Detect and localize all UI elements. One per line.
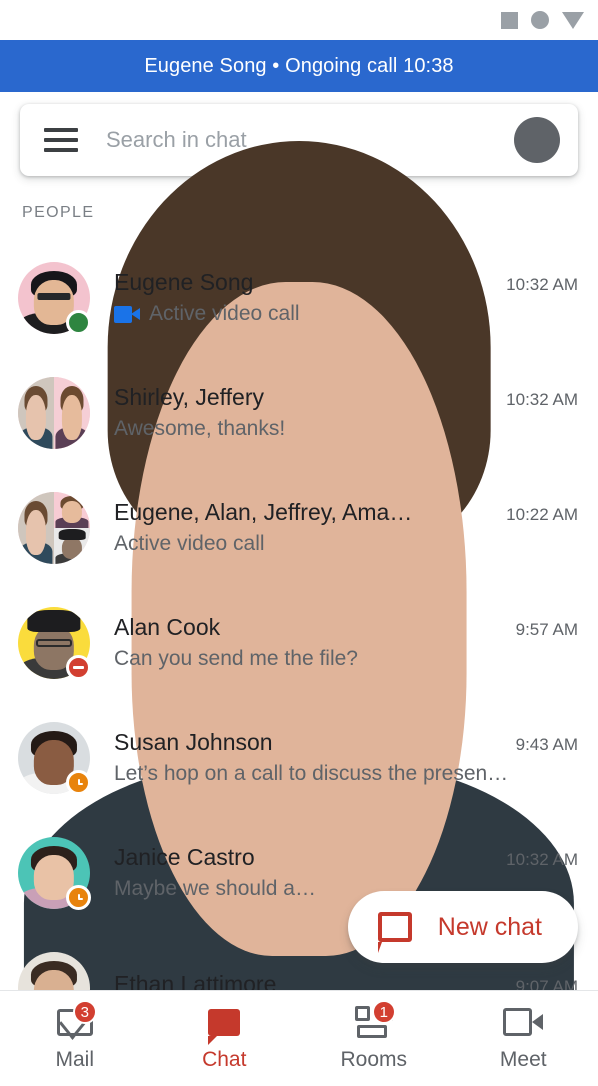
nav-item-mail[interactable]: 3 Mail — [0, 1000, 150, 1072]
conversation-time: 9:57 AM — [515, 620, 578, 639]
app-window: Eugene Song • Ongoing call 10:38 PEOPLE — [0, 0, 598, 1086]
conversation-time: 10:32 AM — [506, 850, 578, 869]
meet-icon — [499, 1005, 547, 1039]
conversation-snippet: Maybe we should a… — [114, 877, 316, 900]
profile-avatar[interactable] — [23, 117, 575, 1086]
nav-label-chat: Chat — [202, 1048, 247, 1071]
conversation-list[interactable]: Eugene Song 10:32 AM Active video call S… — [0, 240, 598, 990]
conversation-name: Shirley, Jeffery — [114, 384, 264, 410]
conversation-row[interactable]: Susan Johnson 9:43 AM Let’s hop on a cal… — [0, 700, 598, 815]
conversation-name: Alan Cook — [114, 614, 221, 640]
conversation-snippet: Can you send me the file? — [114, 647, 358, 670]
nav-item-rooms[interactable]: 1 Rooms — [299, 1000, 449, 1072]
conversation-snippet: Active video call — [149, 302, 300, 325]
conversation-time: 10:22 AM — [506, 505, 578, 524]
new-chat-button[interactable]: New chat — [347, 891, 578, 963]
conversation-name: Eugene, Alan, Jeffrey, Ama… — [114, 499, 413, 525]
avatar — [18, 836, 91, 910]
avatar — [18, 491, 90, 564]
mail-badge: 3 — [72, 1000, 97, 1024]
conversation-name: Susan Johnson — [114, 729, 273, 755]
conversation-time: 10:32 AM — [506, 275, 578, 294]
avatar — [18, 606, 91, 680]
conversation-time: 9:07 AM — [515, 977, 578, 990]
conversation-row[interactable]: Alan Cook 9:57 AM Can you send me the fi… — [0, 585, 598, 700]
rooms-badge: 1 — [371, 1000, 396, 1024]
conversation-name: Janice Castro — [114, 844, 255, 870]
nav-item-meet[interactable]: Meet — [449, 1005, 598, 1072]
conversation-name: Eugene Song — [114, 269, 254, 295]
avatar — [18, 951, 90, 990]
conversation-row[interactable]: Eugene Song 10:32 AM Active video call — [0, 240, 598, 355]
presence-badge-dnd — [66, 654, 91, 680]
presence-badge-away — [66, 884, 91, 910]
nav-label-rooms: Rooms — [340, 1048, 408, 1071]
nav-item-chat[interactable]: Chat — [150, 1005, 300, 1072]
conversation-snippet: Active video call — [114, 532, 265, 555]
conversation-name: Ethan Lattimore — [114, 971, 277, 990]
new-chat-label: New chat — [437, 912, 542, 941]
presence-badge-available — [66, 309, 91, 335]
chat-icon — [200, 1005, 248, 1045]
bottom-navigation: 3 Mail Chat 1 Rooms Meet — [0, 990, 598, 1086]
conversation-time: 10:32 AM — [506, 390, 578, 409]
nav-label-mail: Mail — [55, 1048, 94, 1071]
nav-label-meet: Meet — [499, 1048, 547, 1071]
avatar — [18, 261, 91, 335]
video-call-icon — [114, 305, 140, 323]
avatar — [18, 721, 91, 795]
search-bar-container — [0, 92, 598, 1086]
conversation-row[interactable]: Eugene, Alan, Jeffrey, Ama… 10:22 AM Act… — [0, 470, 598, 585]
search-bar[interactable] — [20, 104, 578, 1086]
chat-bubble-icon — [377, 912, 412, 953]
rooms-icon: 1 — [350, 1000, 398, 1039]
conversation-snippet: Let’s hop on a call to discuss the prese… — [114, 762, 509, 785]
avatar — [18, 376, 90, 449]
conversation-row[interactable]: Shirley, Jeffery 10:32 AM Awesome, thank… — [0, 355, 598, 470]
presence-badge-away — [66, 769, 91, 795]
conversation-snippet: Awesome, thanks! — [114, 417, 286, 440]
mail-icon: 3 — [51, 1000, 99, 1039]
conversation-time: 9:43 AM — [515, 735, 578, 754]
